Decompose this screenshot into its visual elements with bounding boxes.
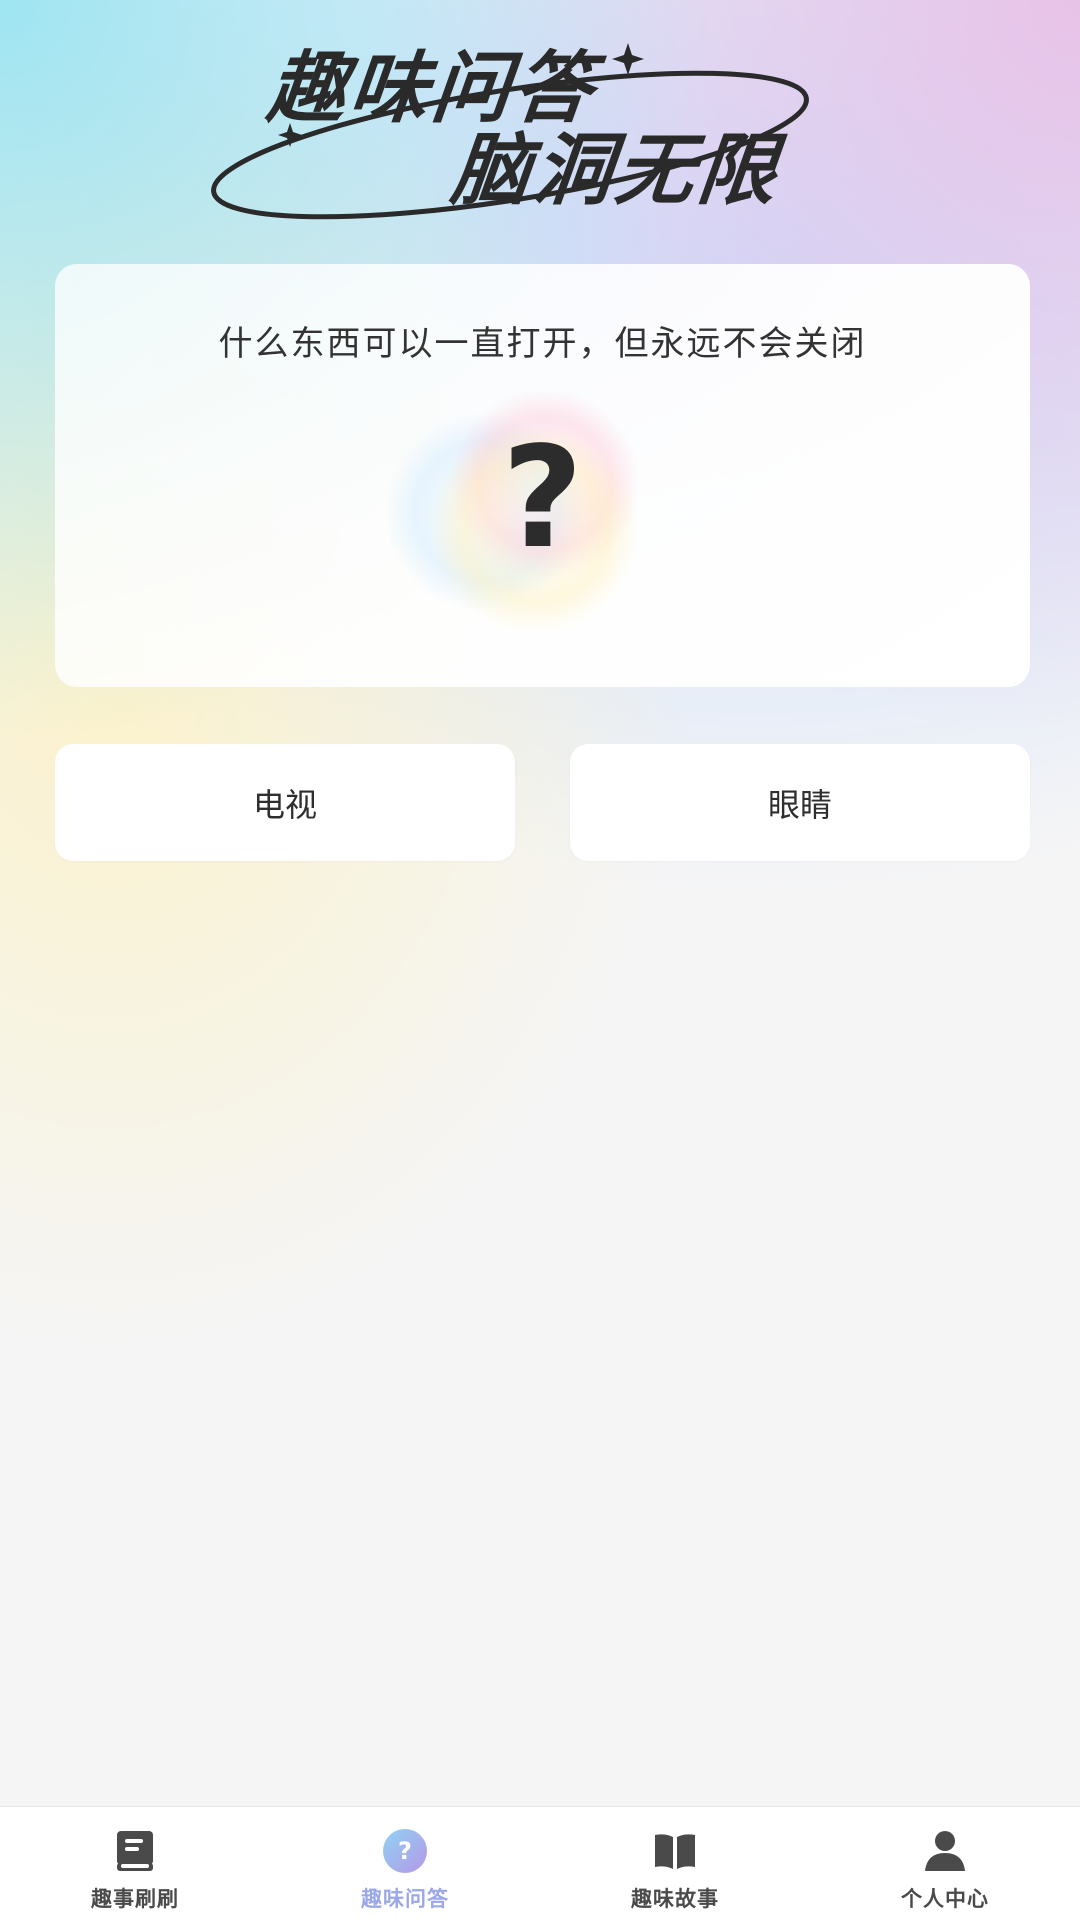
tab-label: 趣事刷刷 bbox=[91, 1887, 179, 1911]
answer-option-2[interactable]: 眼睛 bbox=[570, 744, 1030, 861]
svg-text:?: ? bbox=[398, 1837, 412, 1865]
tab-fun-feed[interactable]: 趣事刷刷 bbox=[0, 1807, 270, 1921]
tab-profile[interactable]: 个人中心 bbox=[810, 1807, 1080, 1921]
logo-title-line2: 脑洞无限 bbox=[447, 126, 785, 216]
answer-option-1[interactable]: 电视 bbox=[55, 744, 515, 861]
question-text: 什么东西可以一直打开，但永远不会关闭 bbox=[218, 324, 867, 364]
bottom-tab-bar: 趣事刷刷 ? 趣味问答 趣味故事 个人中心 bbox=[0, 1806, 1080, 1921]
book-list-icon bbox=[117, 1831, 153, 1871]
question-mark-icon: ? bbox=[501, 417, 584, 580]
open-book-icon bbox=[655, 1834, 695, 1869]
tab-label: 个人中心 bbox=[901, 1887, 989, 1911]
question-circle-icon: ? bbox=[383, 1829, 427, 1873]
tab-fun-stories[interactable]: 趣味故事 bbox=[540, 1807, 810, 1921]
tab-label: 趣味问答 bbox=[361, 1887, 449, 1911]
question-card: ? 什么东西可以一直打开，但永远不会关闭 bbox=[55, 264, 1030, 687]
tab-fun-quiz[interactable]: ? 趣味问答 bbox=[270, 1807, 540, 1921]
tab-label: 趣味故事 bbox=[631, 1887, 719, 1911]
user-icon bbox=[925, 1831, 965, 1871]
header: 趣味问答 脑洞无限 bbox=[0, 0, 1080, 255]
logo-title-line1: 趣味问答 bbox=[263, 44, 601, 134]
